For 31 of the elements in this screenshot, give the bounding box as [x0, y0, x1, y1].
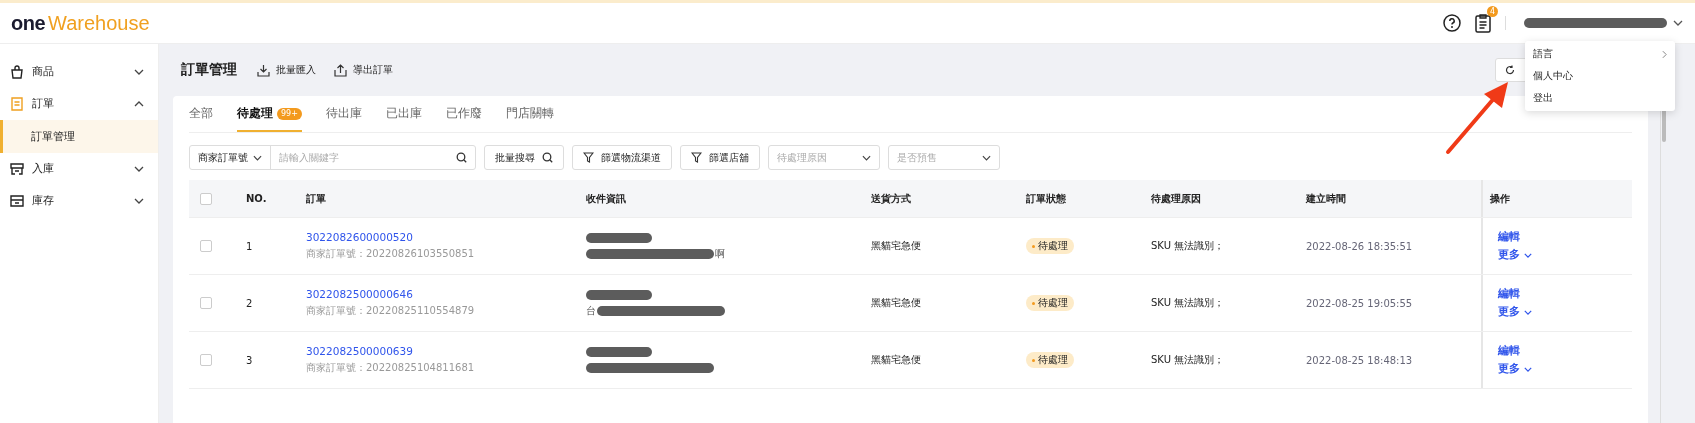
table-cell: 2022-08-25 19:05:55: [1306, 297, 1413, 309]
status-tag: 待處理: [1026, 238, 1074, 254]
column-header: 收件資訊: [586, 191, 626, 206]
table-cell: SKU 無法識別；: [1151, 353, 1225, 367]
column-header: 操作: [1490, 191, 1510, 206]
column-header: 待處理原因: [1151, 191, 1201, 206]
merchant-order-number: 商家訂單號：20220825104811681: [306, 361, 475, 375]
column-header: 訂單: [306, 191, 326, 206]
table-cell: 2: [246, 297, 253, 309]
table-cell: 黑貓宅急便: [871, 353, 921, 367]
table-cell: 黑貓宅急便: [871, 239, 921, 253]
page-title: 訂單管理: [181, 61, 237, 79]
column-header: 建立時間: [1306, 191, 1346, 206]
table-cell: 黑貓宅急便: [871, 296, 921, 310]
column-header: 訂單狀態: [1026, 191, 1066, 206]
table-cell: 1: [246, 240, 253, 252]
status-tag: 待處理: [1026, 352, 1074, 368]
table-cell: 3: [246, 354, 253, 366]
column-header: NO.: [246, 193, 267, 204]
count-badge: 99+: [277, 107, 302, 120]
table-cell: SKU 無法識別；: [1151, 296, 1225, 310]
table-cell: SKU 無法識別；: [1151, 239, 1225, 253]
table-cell: 2022-08-26 18:35:51: [1306, 240, 1413, 252]
recipient-text: 啊: [715, 247, 725, 261]
table-cell: 2022-08-25 18:48:13: [1306, 354, 1413, 366]
column-header: 送貨方式: [871, 191, 911, 206]
merchant-order-number: 商家訂單號：20220825110554879: [306, 304, 475, 318]
merchant-order-number: 商家訂單號：20220826103550851: [306, 247, 475, 261]
status-tag: 待處理: [1026, 295, 1074, 311]
recipient-text: 台: [586, 304, 596, 318]
notification-badge: 4: [1486, 5, 1498, 17]
